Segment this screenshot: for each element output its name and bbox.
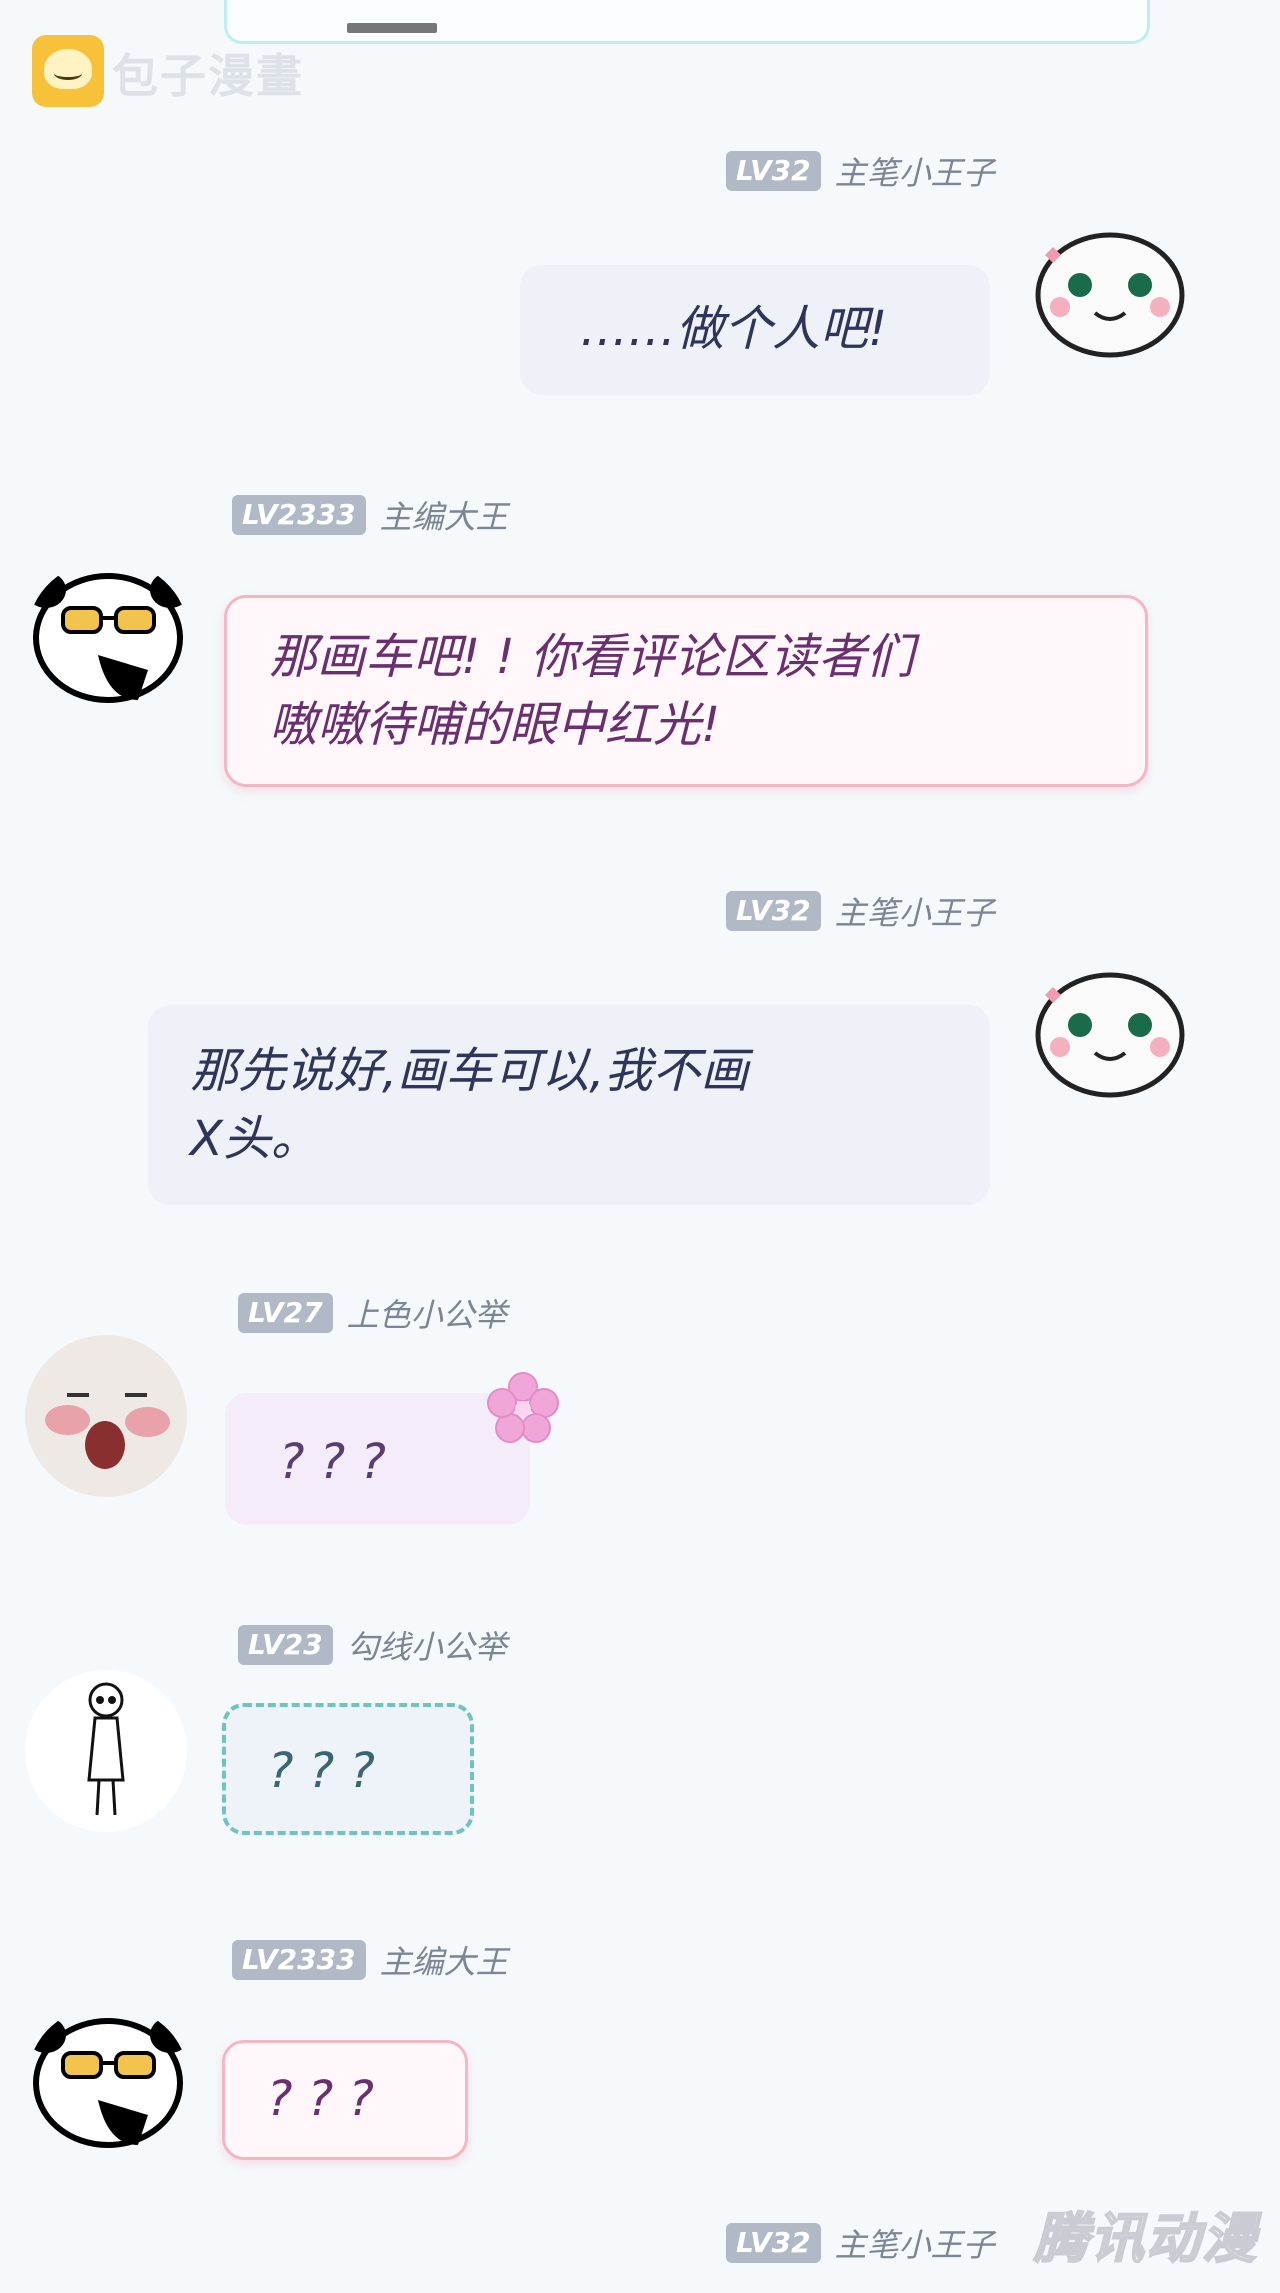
sender-name: 主笔小王子 [834, 894, 995, 932]
message-text-line: 那先说好,画车可以,我不画 [190, 1043, 749, 1099]
baozi-logo-icon [32, 35, 104, 107]
sender-name: 主编大王 [379, 1943, 508, 1981]
sender-name: 主笔小王子 [834, 2226, 995, 2264]
ghost-avatar[interactable] [1025, 215, 1195, 365]
message-bubble: ……做个人吧! [520, 265, 990, 395]
blushing-face-avatar[interactable] [25, 1335, 187, 1497]
flower-sticker-icon [478, 1365, 568, 1455]
message-text: ? ? ? [267, 2071, 374, 2127]
message-text: ? ? ? [279, 1434, 386, 1490]
level-badge: LV32 [726, 151, 821, 191]
message-text-line: 那画车吧! ! 你看评论区读者们 [269, 629, 915, 685]
sender-header: LV27 上色小公举 [238, 1290, 507, 1336]
tencent-watermark: 腾讯动漫 [1033, 2206, 1258, 2271]
level-badge: LV2333 [232, 1940, 366, 1980]
sender-header: LV32 主笔小王子 [726, 148, 995, 194]
sender-name: 主编大王 [379, 498, 508, 536]
message-text-line: 嗷嗷待哺的眼中红光! [269, 697, 721, 753]
panda-avatar[interactable] [28, 560, 188, 705]
sketch-girl-avatar[interactable] [25, 1670, 187, 1832]
sender-name: 主笔小王子 [834, 154, 995, 192]
level-badge: LV32 [726, 2223, 821, 2263]
ghost-avatar[interactable] [1025, 955, 1195, 1105]
message-bubble: 那画车吧! ! 你看评论区读者们 嗷嗷待哺的眼中红光! [224, 595, 1148, 787]
sender-name: 勾线小公举 [346, 1628, 507, 1666]
sender-name: 上色小公举 [346, 1296, 507, 1334]
message-bubble: 那先说好,画车可以,我不画 X头。 [148, 1005, 990, 1205]
panda-avatar[interactable] [28, 2005, 188, 2150]
sender-header: LV2333 主编大王 [232, 492, 508, 538]
message-bubble: ? ? ? [222, 2040, 468, 2160]
watermark-text: 包子漫畫 [112, 49, 304, 103]
message-text: ? ? ? [268, 1743, 375, 1799]
sender-header: LV32 主笔小王子 [726, 2220, 995, 2266]
level-badge: LV32 [726, 891, 821, 931]
message-text-line: X头。 [190, 1111, 319, 1167]
sender-header: LV2333 主编大王 [232, 1937, 508, 1983]
level-badge: LV2333 [232, 495, 366, 535]
sender-header: LV23 勾线小公举 [238, 1622, 507, 1668]
message-bubble: ? ? ? [222, 1703, 474, 1835]
level-badge: LV23 [238, 1625, 333, 1665]
sender-header: LV32 主笔小王子 [726, 888, 995, 934]
message-text: ……做个人吧! [580, 301, 888, 357]
previous-message-bubble [224, 0, 1150, 44]
level-badge: LV27 [238, 1293, 333, 1333]
